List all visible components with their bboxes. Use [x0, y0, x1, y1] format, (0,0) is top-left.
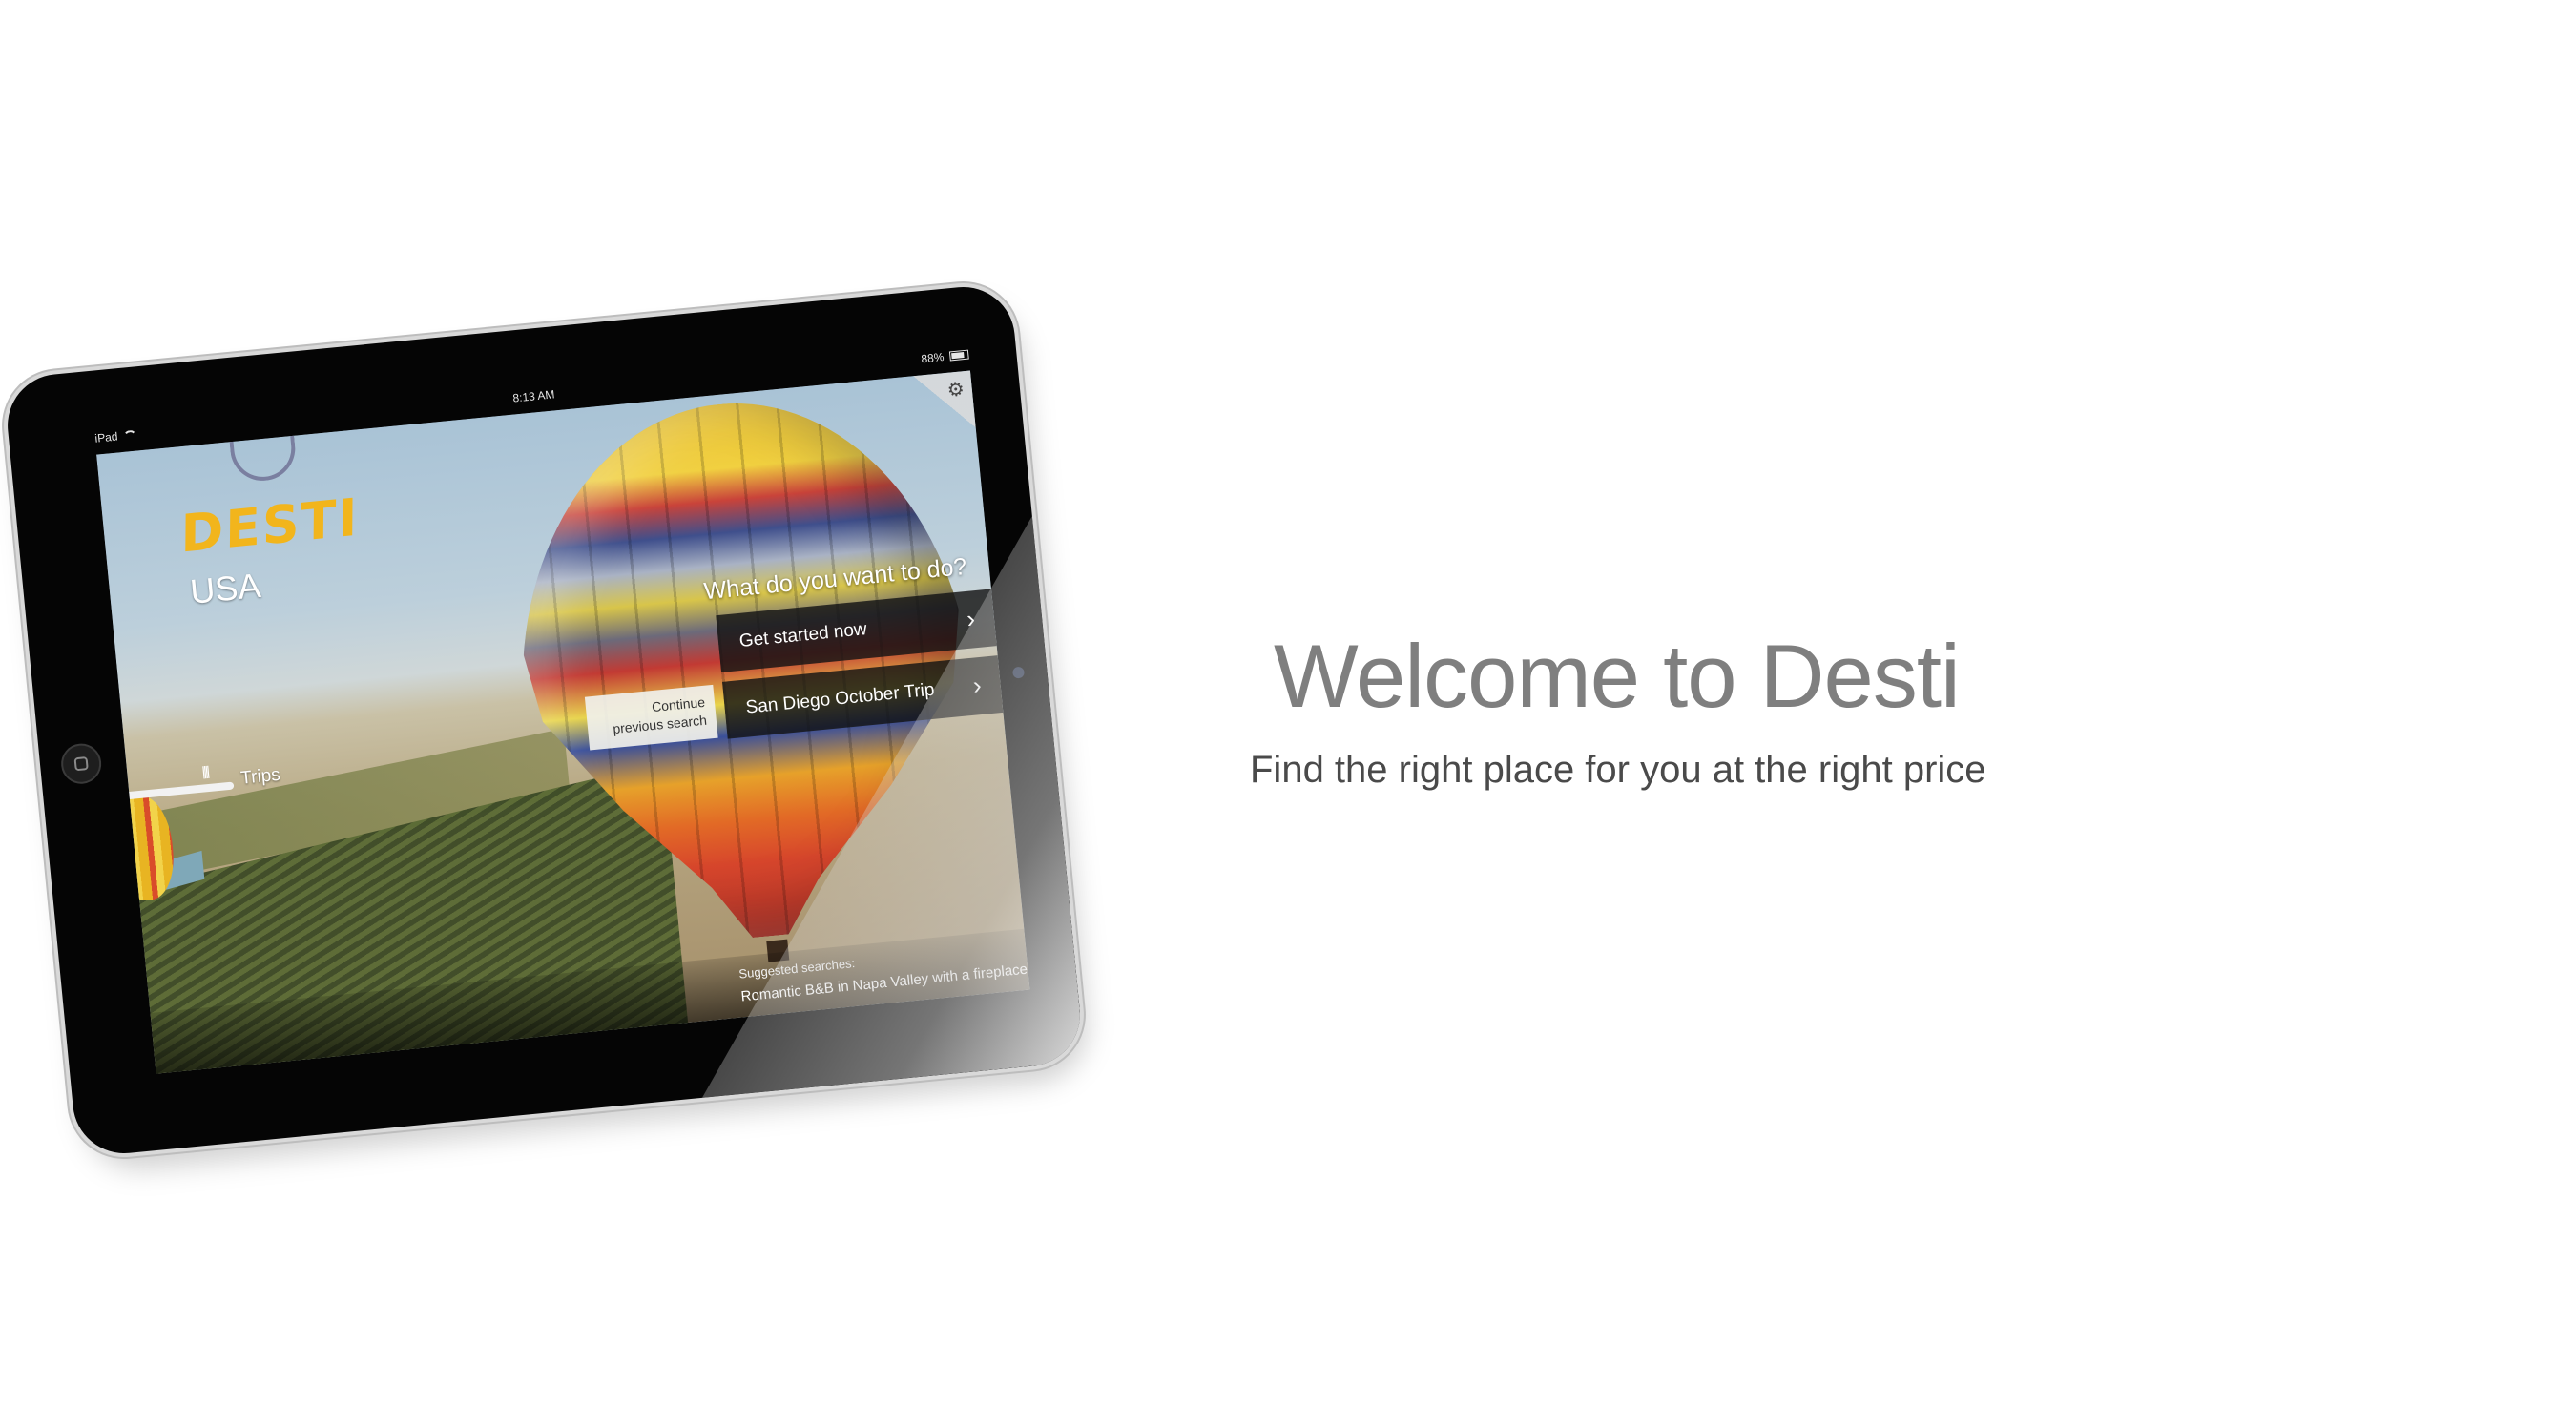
carrier-label: iPad [93, 429, 119, 445]
status-left: iPad [94, 428, 137, 445]
country-label: USA [188, 565, 263, 611]
trips-label[interactable]: Trips [239, 765, 280, 790]
grip-icon: |||| [200, 763, 209, 779]
settings-button[interactable]: ⚙ [913, 370, 976, 433]
status-right: 88% [920, 348, 969, 366]
welcome-subtitle: Find the right place for you at the righ… [1250, 749, 1986, 791]
camera-icon [1011, 666, 1026, 679]
clock-label: 8:13 AM [511, 387, 556, 405]
home-button[interactable] [59, 741, 104, 786]
get-started-label: Get started now [738, 619, 868, 651]
app-screen: DESTI USA ⚙ What do you want to do? Get … [96, 370, 1030, 1074]
previous-search-label: San Diego October Trip [744, 679, 936, 718]
gear-icon: ⚙ [945, 379, 966, 402]
ipad-device: DESTI USA ⚙ What do you want to do? Get … [3, 282, 1092, 1174]
battery-percent: 88% [920, 350, 945, 366]
battery-icon [948, 349, 969, 362]
device-bezel: DESTI USA ⚙ What do you want to do? Get … [3, 282, 1085, 1158]
chevron-right-icon: › [965, 604, 977, 633]
slide: DESTI USA ⚙ What do you want to do? Get … [0, 0, 2576, 1427]
wifi-icon [122, 429, 137, 441]
chevron-right-icon: › [971, 670, 983, 700]
welcome-title: Welcome to Desti [1274, 626, 1961, 726]
